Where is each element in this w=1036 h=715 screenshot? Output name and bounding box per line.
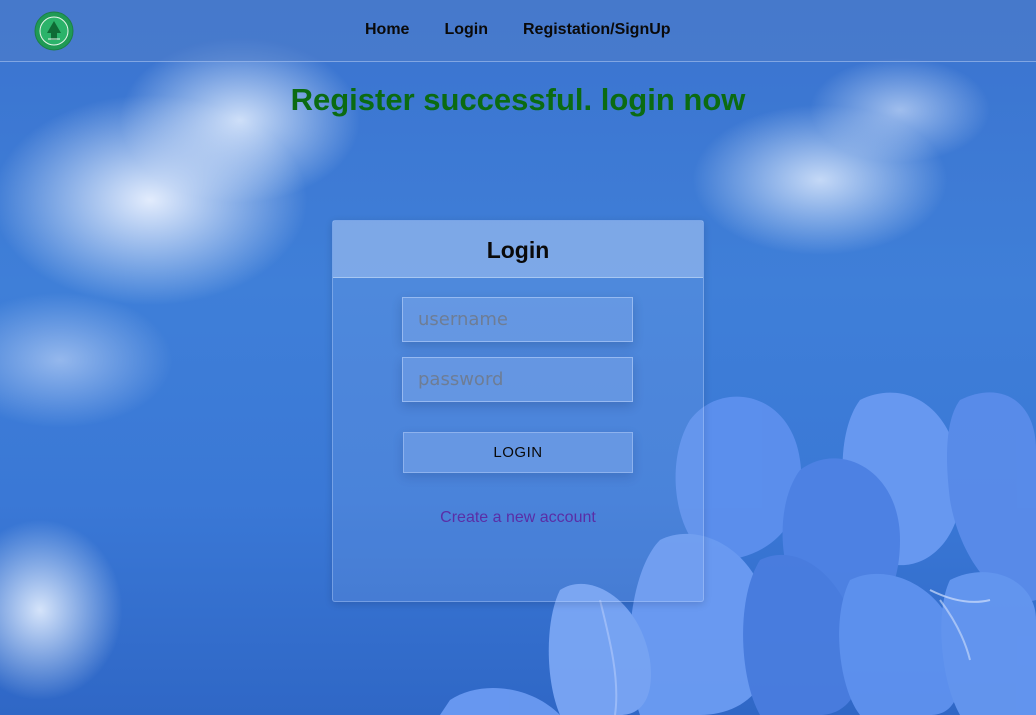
login-button[interactable]: LOGIN bbox=[403, 432, 633, 473]
success-banner: Register successful. login now bbox=[290, 82, 746, 117]
university-seal-icon[interactable] bbox=[34, 11, 74, 51]
nav-login-link[interactable]: Login bbox=[444, 21, 488, 39]
login-card-title: Login bbox=[486, 237, 550, 263]
nav-home-link[interactable]: Home bbox=[365, 21, 409, 39]
username-input[interactable] bbox=[402, 297, 633, 342]
login-card: Login LOGIN Create a new account bbox=[332, 220, 704, 602]
create-account-link[interactable]: Create a new account bbox=[333, 509, 703, 527]
nav-signup-link[interactable]: Registation/SignUp bbox=[523, 21, 671, 39]
nav-links: Home Login Registation/SignUp bbox=[365, 21, 671, 39]
login-card-header: Login bbox=[333, 221, 703, 278]
password-input[interactable] bbox=[402, 357, 633, 402]
top-navbar: Home Login Registation/SignUp bbox=[0, 0, 1036, 62]
